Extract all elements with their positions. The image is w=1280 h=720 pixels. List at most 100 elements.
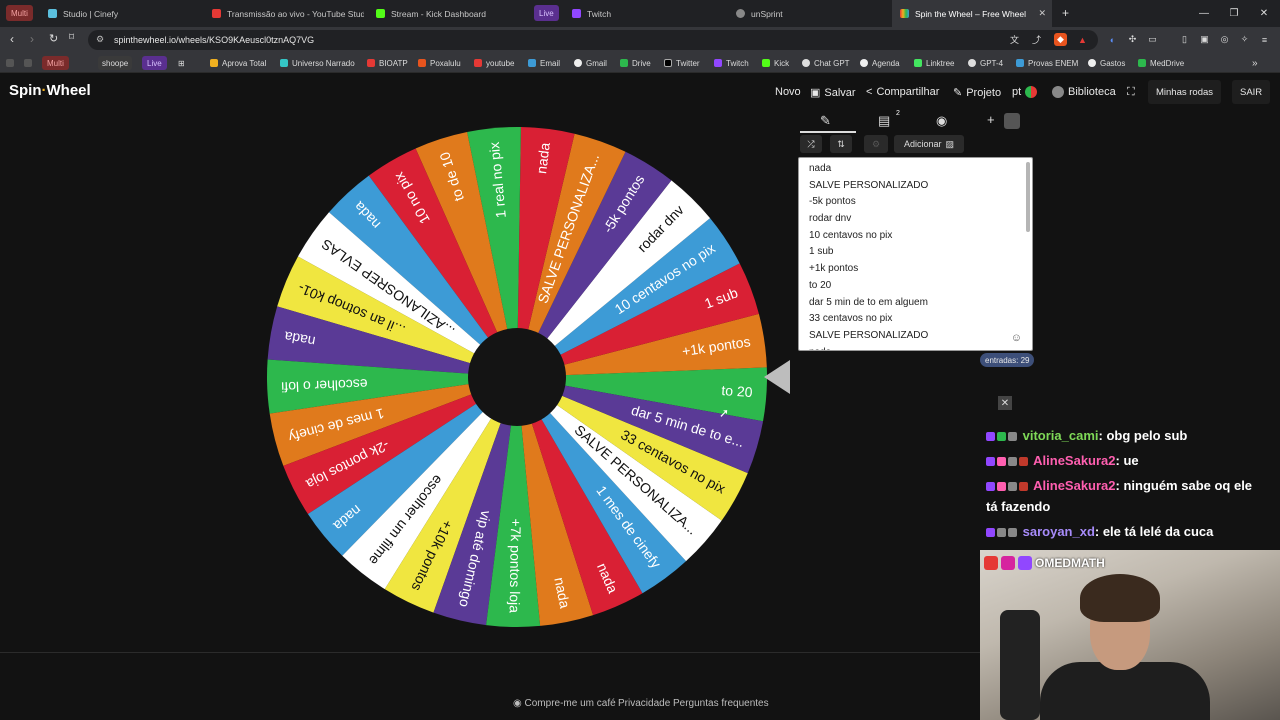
puzzle-icon[interactable]: ✣	[1126, 33, 1139, 46]
menu-share[interactable]: < Compartilhar	[866, 86, 939, 98]
faq-link[interactable]: Perguntas frequentes	[673, 698, 769, 709]
bookmark-meddrive[interactable]: MedDrive	[1138, 56, 1184, 70]
menu-new[interactable]: Novo	[775, 86, 801, 98]
entry-line[interactable]: 10 centavos no pix	[799, 228, 1032, 245]
bookmark-email[interactable]: Email	[528, 56, 560, 70]
bookmark-universo-narrado[interactable]: Universo Narrado	[280, 56, 355, 70]
entry-line[interactable]: nada	[799, 161, 1032, 178]
bookmark-multi[interactable]: Multi	[42, 56, 69, 70]
tab-unsprint[interactable]: unSprint	[728, 0, 888, 27]
extension-icon[interactable]: ◐	[1106, 33, 1119, 46]
back-icon[interactable]: ‹	[10, 32, 14, 46]
bookmark-live[interactable]: Live	[142, 56, 167, 70]
entry-line[interactable]: +1k pontos	[799, 261, 1032, 278]
close-icon[interactable]: ✕	[1038, 8, 1046, 19]
chat-text: : obg pelo sub	[1098, 428, 1188, 443]
menu-language[interactable]: pt	[1012, 86, 1038, 98]
share-icon[interactable]: ⤴	[1030, 33, 1043, 46]
more-bookmarks-icon[interactable]: »	[1252, 56, 1258, 70]
entry-line[interactable]: rodar dnv	[799, 211, 1032, 228]
brave-rewards-icon[interactable]: ▲	[1076, 33, 1089, 46]
tab-spin-the-wheel[interactable]: Spin the Wheel – Free Wheel ✕	[892, 0, 1052, 27]
app-logo[interactable]: Spin·Wheel	[9, 82, 91, 99]
site-info-icon[interactable]: ⚙	[96, 34, 104, 45]
bookmark-gastos[interactable]: Gastos	[1088, 56, 1125, 70]
entry-line[interactable]: 1 sub	[799, 244, 1032, 261]
bookmark-gpt4[interactable]: GPT-4	[968, 56, 1003, 70]
window-close-icon[interactable]: ✕	[1248, 0, 1280, 27]
tab-label: Stream - Kick Dashboard	[391, 8, 486, 19]
entry-line[interactable]: SALVE PERSONALIZADO	[799, 178, 1032, 195]
theme-button[interactable]: ⚙	[864, 135, 888, 153]
wheel-thumbnail-icon[interactable]	[1004, 113, 1020, 129]
bookmark-twitter[interactable]: Twitter	[664, 56, 700, 70]
coffee-link[interactable]: ◉ Compre-me um café	[513, 698, 616, 709]
entries-textarea[interactable]: nada SALVE PERSONALIZADO -5k pontos rodar d…	[798, 157, 1033, 351]
wallet-icon[interactable]: ▣	[1198, 33, 1211, 46]
wheel-hub[interactable]	[468, 328, 566, 426]
tab-group-multi[interactable]: Multi	[6, 5, 33, 21]
tab-twitch[interactable]: Twitch	[564, 0, 724, 27]
new-tab-icon[interactable]: +	[1062, 6, 1069, 20]
bookmark-icon[interactable]: ⌑	[69, 32, 74, 43]
minimize-icon[interactable]: —	[1188, 0, 1220, 27]
bookmark-youtube[interactable]: youtube	[474, 56, 514, 70]
brave-shield-icon[interactable]: ◆	[1054, 33, 1067, 46]
logout-button[interactable]: SAIR	[1232, 80, 1271, 104]
vpn-icon[interactable]: ◎	[1218, 33, 1231, 46]
menu-library[interactable]: Biblioteca	[1052, 86, 1116, 98]
chat-text: tá fazendo	[986, 499, 1051, 514]
shuffle-button[interactable]: ⤮	[800, 135, 822, 153]
edit-pencil-icon[interactable]: ✎	[820, 113, 831, 129]
leo-icon[interactable]: ✧	[1238, 33, 1251, 46]
bookmark-poxalulu[interactable]: Poxalulu	[418, 56, 461, 70]
forward-icon[interactable]: ›	[30, 32, 34, 46]
entry-line[interactable]: 33 centavos no pix	[799, 311, 1032, 328]
chat-close-icon[interactable]: ✕	[998, 396, 1012, 410]
tab-group-live[interactable]: Live	[534, 5, 559, 21]
add-image-button[interactable]: Adicionar ▨	[894, 135, 964, 153]
apps-grid-icon[interactable]: ⊞	[178, 56, 185, 70]
url-input[interactable]: ⚙ spinthewheel.io/wheels/KSO9KAeuscl0tzn…	[88, 30, 1098, 50]
tab-studio-cinefy[interactable]: Studio | Cinefy	[40, 0, 200, 27]
hide-eye-icon[interactable]: ◉	[936, 113, 947, 129]
bookmark-linktree[interactable]: Linktree	[914, 56, 954, 70]
emoji-icon[interactable]: ☺	[1011, 332, 1022, 344]
entries-scrollbar[interactable]	[1026, 162, 1030, 232]
bookmark-provas-enem[interactable]: Provas ENEM	[1016, 56, 1078, 70]
bookmark-folder-icon[interactable]	[24, 56, 32, 70]
entry-line[interactable]: dar 5 min de to em alguem	[799, 295, 1032, 312]
sidebar-icon[interactable]: ▭	[1146, 33, 1159, 46]
add-wheel-icon[interactable]: +	[987, 112, 995, 127]
menu-save[interactable]: ▣ Salvar	[810, 86, 856, 100]
sort-button[interactable]: ⇅	[830, 135, 852, 153]
bookmark-drive[interactable]: Drive	[620, 56, 651, 70]
bookmark-chatgpt[interactable]: Chat GPT	[802, 56, 850, 70]
bookmark-bioatp[interactable]: BIOATP	[367, 56, 408, 70]
entry-line[interactable]: nada	[799, 345, 1032, 350]
spin-wheel[interactable]: to 20+1k pontos1 sub10 centavos no pixro…	[262, 122, 802, 632]
maximize-icon[interactable]: ❐	[1218, 0, 1250, 27]
bookmark-folder-icon[interactable]	[6, 56, 14, 70]
bookmark-kick[interactable]: Kick	[762, 56, 789, 70]
fullscreen-icon[interactable]: ⛶	[1127, 86, 1135, 99]
bookmark-gmail[interactable]: Gmail	[574, 56, 607, 70]
entry-line[interactable]: SALVE PERSONALIZADO	[799, 328, 1032, 345]
entry-line[interactable]: -5k pontos	[799, 194, 1032, 211]
tab-kick-dashboard[interactable]: Stream - Kick Dashboard	[368, 0, 528, 27]
bookmark-twitch[interactable]: Twitch	[714, 56, 749, 70]
reload-icon[interactable]: ↻	[49, 32, 58, 45]
bookmark-agenda[interactable]: Agenda	[860, 56, 900, 70]
entry-line[interactable]: to 20	[799, 278, 1032, 295]
my-wheels-button[interactable]: Minhas rodas	[1148, 80, 1222, 104]
bookmark-shoope[interactable]: shoope	[98, 56, 133, 70]
menu-icon[interactable]: ≡	[1258, 33, 1271, 46]
privacy-link[interactable]: Privacidade	[618, 698, 670, 709]
clipboard-icon[interactable]: ▤	[878, 113, 890, 129]
panel-icon[interactable]: ▯	[1178, 33, 1191, 46]
menu-project[interactable]: ✎ Projeto	[953, 86, 1001, 100]
tab-youtube-studio[interactable]: Transmissão ao vivo - YouTube Studio	[204, 0, 364, 27]
translate-icon[interactable]: 文	[1008, 33, 1021, 46]
bookmark-aprova-total[interactable]: Aprova Total	[210, 56, 266, 70]
chat-message: AlineSakura2: ninguém sabe oq ele	[986, 478, 1252, 493]
